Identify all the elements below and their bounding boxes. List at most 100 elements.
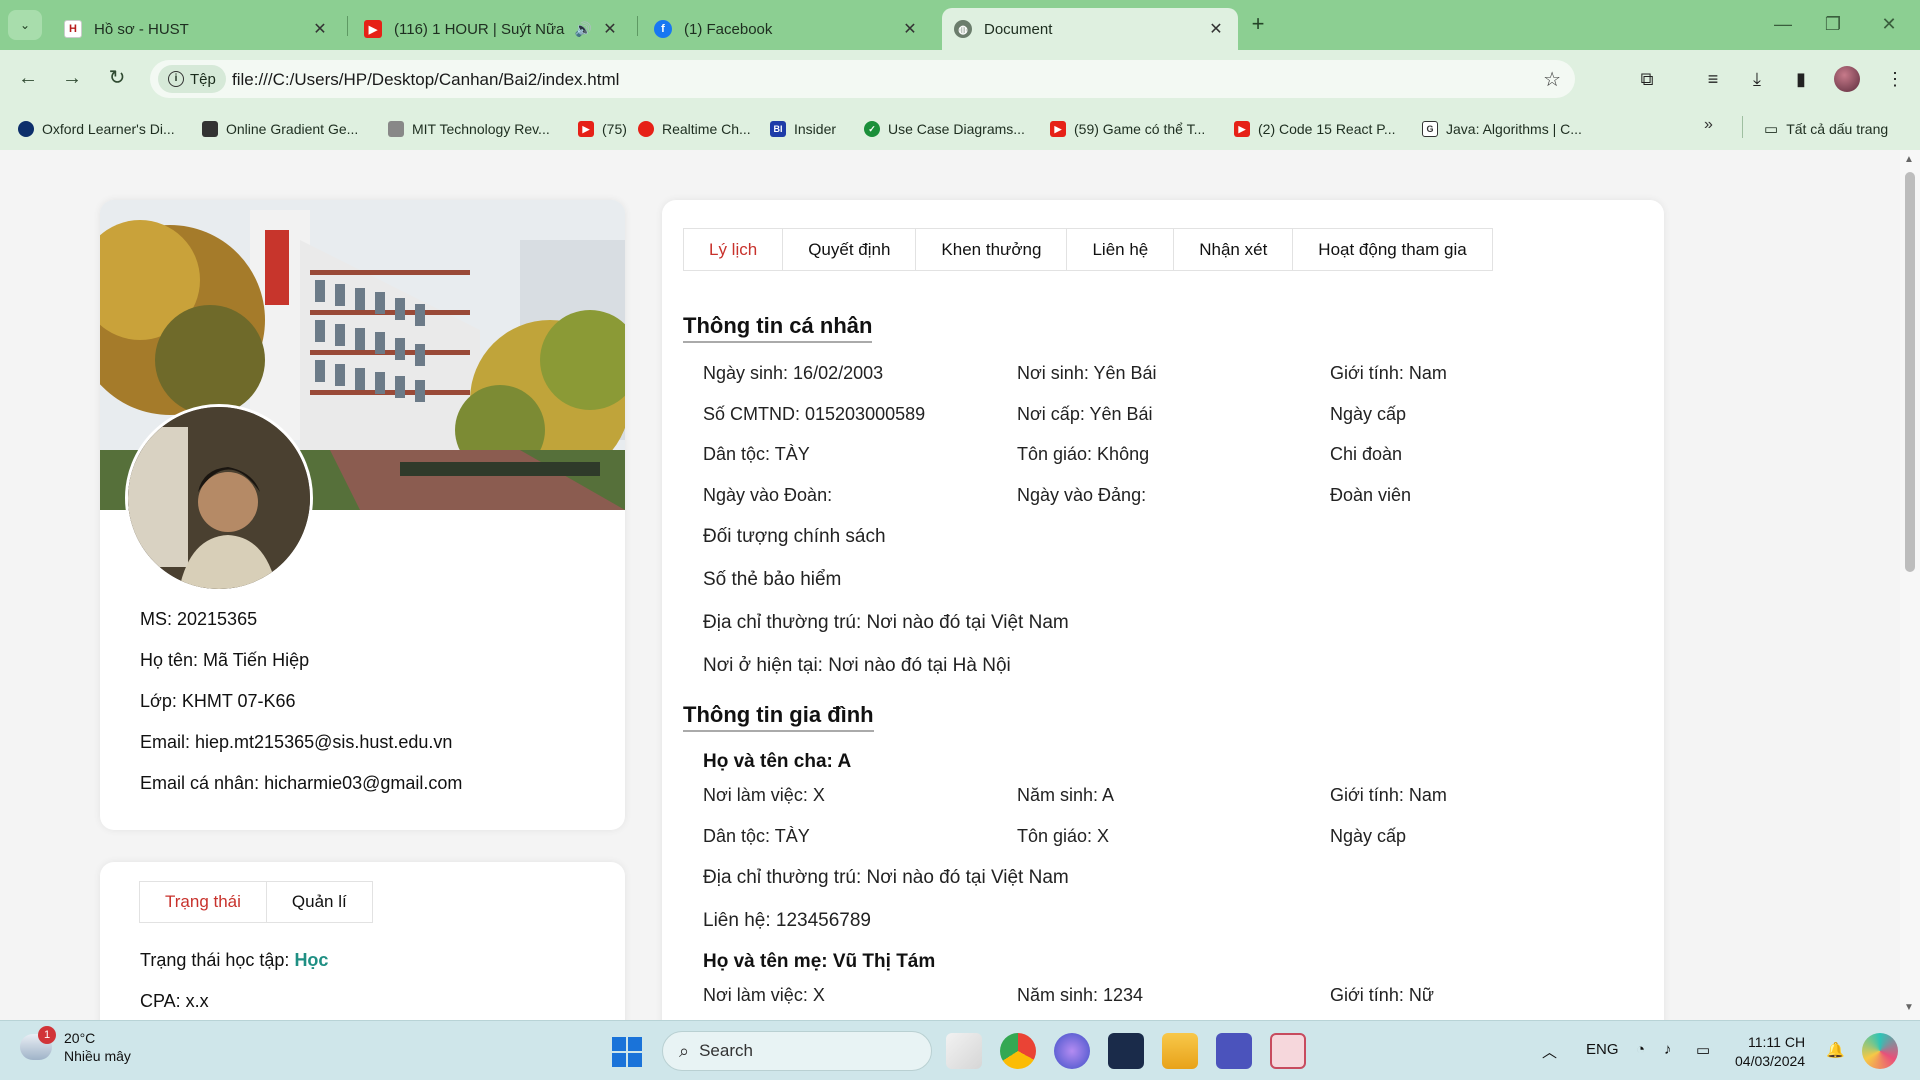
tab-management[interactable]: Quản lí [267,882,372,922]
study-status: Trạng thái học tập: Học [140,950,328,971]
bookmark-item[interactable]: Realtime Ch... [638,118,751,140]
study-status-label: Trạng thái học tập: [140,950,295,970]
youtube-icon: ▶ [578,121,594,137]
record-icon [638,121,654,137]
volume-icon[interactable]: ♪ [1664,1041,1672,1058]
address-bar[interactable]: i Tệp file:///C:/Users/HP/Desktop/Canhan… [150,60,1575,98]
tab-search-button[interactable]: ⌄ [8,10,42,40]
teams-icon[interactable] [1216,1033,1252,1069]
mother-gender: Giới tính: Nữ [1330,985,1434,1005]
bookmark-item[interactable]: Oxford Learner's Di... [18,118,175,140]
dev-icon[interactable] [1108,1033,1144,1069]
store-icon[interactable] [946,1033,982,1069]
scroll-up-icon[interactable]: ▲ [1904,154,1914,165]
tab-facebook[interactable]: f (1) Facebook ✕ [642,8,932,50]
detail-tabs: Lý lịch Quyết định Khen thưởng Liên hệ N… [683,228,1493,271]
side-panel-icon[interactable]: ▮ [1786,64,1816,94]
tab-hoat-dong[interactable]: Hoạt động tham gia [1293,229,1491,270]
tab-ly-lich[interactable]: Lý lịch [684,229,784,270]
wifi-icon[interactable]: ◔ [1636,1041,1645,1058]
chevron-up-icon[interactable]: ︿ [1542,1041,1557,1062]
close-icon[interactable]: ✕ [600,19,620,39]
window-close-button[interactable]: ✕ [1866,8,1912,40]
bookmark-label: (59) Game có thể T... [1074,121,1206,137]
chrome-icon[interactable] [1000,1033,1036,1069]
weather-widget[interactable]: 1 20°C Nhiều mây [20,1026,131,1065]
battery-icon[interactable]: ▭ [1696,1041,1710,1059]
father-gender: Giới tính: Nam [1330,785,1447,805]
windows-start-icon[interactable] [612,1037,642,1067]
weather-badge: 1 [38,1026,56,1044]
globe-icon: ◍ [954,20,972,38]
field-religion: Tôn giáo: Không [1017,444,1150,464]
forward-button[interactable]: → [56,62,88,94]
bookmark-item[interactable]: BI Insider [770,118,836,140]
speaker-icon[interactable]: 🔊 [575,21,592,38]
bookmark-item[interactable]: G Java: Algorithms | C... [1422,118,1582,140]
bookmark-label: Realtime Ch... [662,121,751,137]
copilot-icon[interactable] [1054,1033,1090,1069]
minimize-button[interactable]: — [1760,8,1806,40]
bookmark-item[interactable]: ▶ (2) Code 15 React P... [1234,118,1395,140]
facebook-icon: f [654,20,672,38]
tab-khen-thuong[interactable]: Khen thưởng [916,229,1068,270]
avatar [125,404,313,592]
taskbar-clock[interactable]: 11:11 CH 04/03/2024 [1735,1033,1805,1071]
bookmark-item[interactable]: ▶ (59) Game có thể T... [1050,118,1205,140]
reload-button[interactable]: ↻ [101,62,133,94]
detail-card: Lý lịch Quyết định Khen thưởng Liên hệ N… [662,200,1664,1020]
menu-icon[interactable]: ⋮ [1880,64,1910,94]
tab-document[interactable]: ◍ Document ✕ [942,8,1238,50]
copilot-pre-icon[interactable] [1862,1033,1898,1069]
close-icon[interactable]: ✕ [1206,19,1226,39]
father-address: Địa chỉ thường trú: Nơi nào đó tại Việt … [703,867,1069,888]
star-icon[interactable]: ☆ [1543,67,1561,92]
field-ethnic: Dân tộc: TÀY [703,444,810,464]
download-icon[interactable]: ⤓ [1742,64,1772,94]
scrollbar-thumb[interactable] [1905,172,1915,572]
bookmark-item[interactable]: ✓ Use Case Diagrams... [864,118,1025,140]
scroll-down-icon[interactable]: ▼ [1904,1002,1914,1013]
all-bookmarks-button[interactable]: ▭ Tất cả dấu trang [1764,118,1888,140]
bookmark-label: (75) [602,121,627,137]
tab-strip: ⌄ H Hồ sơ - HUST ✕ ▶ (116) 1 HOUR | Suýt… [0,0,1920,50]
tab-status[interactable]: Trạng thái [140,882,267,922]
bookmark-label: MIT Technology Rev... [412,121,550,137]
close-icon[interactable]: ✕ [310,19,330,39]
bookmark-label: Use Case Diagrams... [888,121,1025,137]
page-scrollbar[interactable]: ▲ ▼ [1900,150,1920,1020]
new-tab-button[interactable]: + [1244,10,1272,38]
bookmark-item[interactable]: Online Gradient Ge... [202,118,358,140]
tab-youtube[interactable]: ▶ (116) 1 HOUR | Suýt Nữa Thì 🔊 ✕ [352,8,632,50]
field-permanent-address: Địa chỉ thường trú: Nơi nào đó tại Việt … [703,612,1069,633]
bookmark-item[interactable]: MIT Technology Rev... [388,118,550,140]
media-control-icon[interactable]: ≡ [1698,64,1728,94]
tab-nhan-xet[interactable]: Nhận xét [1174,229,1294,270]
oxford-icon [18,121,34,137]
clock-date: 04/03/2024 [1735,1053,1806,1069]
taskbar-search[interactable]: ⌕ Search [662,1031,932,1071]
tab-title: Hồ sơ - HUST [94,20,189,38]
extensions-icon[interactable]: ⧉ [1632,64,1662,94]
back-button[interactable]: ← [12,62,44,94]
notification-icon[interactable]: 🔔 [1826,1041,1845,1059]
url-text[interactable]: file:///C:/Users/HP/Desktop/Canhan/Bai2/… [232,70,619,90]
close-icon[interactable]: ✕ [900,19,920,39]
father-ethnic: Dân tộc: TÀY [703,826,810,846]
file-explorer-icon[interactable] [1162,1033,1198,1069]
tab-quyet-dinh[interactable]: Quyết định [783,229,917,270]
tab-lien-he[interactable]: Liên hệ [1067,229,1175,270]
profile-avatar[interactable] [1834,66,1860,92]
snipping-tool-icon[interactable] [1270,1033,1306,1069]
site-info-chip[interactable]: i Tệp [158,65,226,93]
cpa-value: CPA: x.x [140,991,209,1011]
restore-button[interactable]: ❐ [1810,8,1856,40]
cloud-icon: 1 [20,1026,56,1060]
language-indicator[interactable]: ENG [1586,1041,1619,1058]
bookmark-item[interactable]: ▶ (75) [578,118,627,140]
tab-hust[interactable]: H Hồ sơ - HUST ✕ [52,8,342,50]
java-icon: G [1422,121,1438,137]
chevron-down-icon: ⌄ [19,18,31,32]
father-issue-date: Ngày cấp [1330,826,1407,846]
bookmarks-overflow-icon[interactable]: » [1704,116,1713,134]
